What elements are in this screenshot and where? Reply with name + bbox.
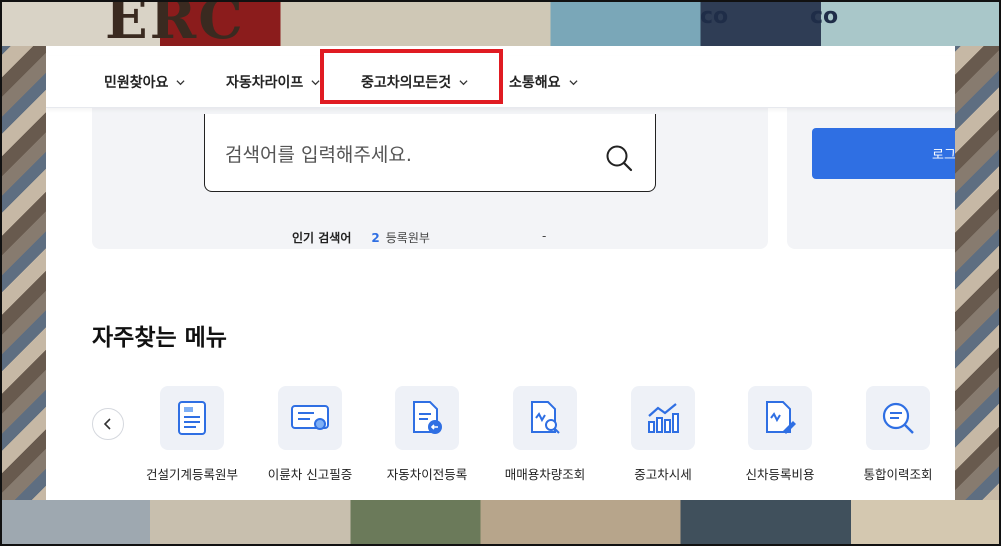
menu-icon-box <box>631 386 695 450</box>
menu-icon-box <box>395 386 459 450</box>
login-button[interactable]: 로그 <box>812 128 955 179</box>
background-bottom-strip <box>0 500 1001 546</box>
menu-item-used-car-price[interactable]: 중고차시세 <box>604 386 722 483</box>
popular-search-extra: - <box>542 229 547 243</box>
menu-icon-box <box>278 386 342 450</box>
popular-search-rank: 2 <box>371 230 380 245</box>
nav-item-label: 민원찾아요 <box>104 75 169 91</box>
search-input[interactable] <box>225 144 595 166</box>
popular-search-term[interactable]: 등록원부 <box>386 229 430 246</box>
chevron-down-icon <box>568 79 578 85</box>
main-panel: 인기 검색어 2 등록원부 - 로그 민원찾아요 자동차라이프 중고차의모든것 … <box>46 46 955 500</box>
certificate-icon <box>291 405 329 430</box>
carousel-prev-button[interactable] <box>92 408 124 440</box>
menu-item-motorcycle-certificate[interactable]: 이륜차 신고필증 <box>251 386 369 483</box>
menu-item-label: 매매용차량조회 <box>504 467 586 482</box>
menu-icon-box <box>748 386 812 450</box>
menu-item-label: 건설기계등록원부 <box>145 467 238 482</box>
nav-item-used-car[interactable]: 중고차의모든것 <box>361 56 468 108</box>
transfer-document-icon <box>413 401 442 434</box>
background-top-strip: ERC co co <box>0 0 1001 52</box>
menu-icon-box <box>866 386 930 450</box>
menu-item-construction-register[interactable]: 건설기계등록원부 <box>133 386 251 483</box>
background-graphic: ERC <box>105 0 245 52</box>
search-card: 인기 검색어 2 등록원부 - <box>92 86 768 249</box>
chevron-down-icon <box>311 79 320 85</box>
menu-item-sale-vehicle[interactable]: 매매용차량조회 <box>486 386 604 483</box>
search-box[interactable] <box>204 114 656 192</box>
popular-search: 인기 검색어 2 등록원부 <box>292 229 430 246</box>
background-graphic-left: co <box>700 4 729 29</box>
top-navigation: 민원찾아요 자동차라이프 중고차의모든것 소통해요 <box>46 56 955 108</box>
nav-item-communication[interactable]: 소통해요 <box>509 56 578 108</box>
nav-item-minwon[interactable]: 민원찾아요 <box>104 56 185 108</box>
menu-icon-box <box>160 386 224 450</box>
chart-icon <box>648 403 679 433</box>
nav-item-car-life[interactable]: 자동차라이프 <box>226 56 320 108</box>
menu-item-label: 자동차이전등록 <box>386 467 468 482</box>
document-icon <box>178 401 206 435</box>
magnifier-icon <box>882 402 914 434</box>
nav-item-label: 중고차의모든것 <box>361 75 452 91</box>
popular-search-label: 인기 검색어 <box>292 231 352 245</box>
section-title: 자주찾는 메뉴 <box>92 325 227 351</box>
menu-item-label: 통합이력조회 <box>863 467 933 482</box>
login-card: 로그 <box>787 86 955 249</box>
menu-icon-box <box>513 386 577 450</box>
menu-item-label: 신차등록비용 <box>745 467 815 482</box>
chevron-down-icon <box>459 79 468 85</box>
chevron-down-icon <box>176 79 185 85</box>
menu-item-car-transfer[interactable]: 자동차이전등록 <box>368 386 486 483</box>
menu-item-label: 중고차시세 <box>634 467 692 482</box>
background-graphic-right: co <box>810 4 839 29</box>
search-document-icon <box>531 401 560 434</box>
nav-item-label: 자동차라이프 <box>226 75 304 91</box>
search-icon[interactable] <box>605 144 633 172</box>
menu-item-history-lookup[interactable]: 통합이력조회 <box>839 386 955 483</box>
nav-item-label: 소통해요 <box>509 75 561 91</box>
edit-document-icon <box>766 401 796 434</box>
menu-item-label: 이륜차 신고필증 <box>267 467 353 482</box>
menu-item-new-car-cost[interactable]: 신차등록비용 <box>721 386 839 483</box>
chevron-left-icon <box>103 418 111 430</box>
